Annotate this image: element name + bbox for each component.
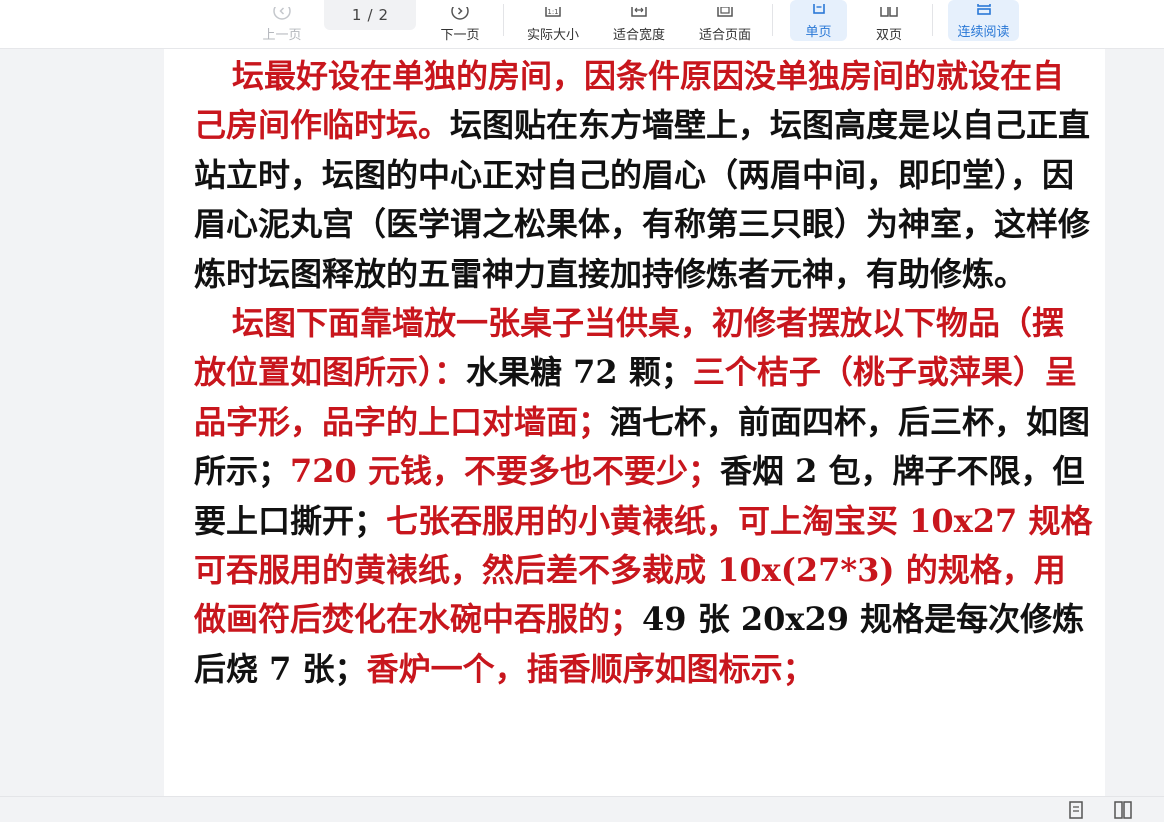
- chevron-right-icon: [451, 7, 469, 20]
- page-separator: /: [367, 6, 373, 24]
- text-run-red: 720 元钱，不要多也不要少；: [290, 452, 720, 491]
- fit-page-label: 适合页面: [698, 28, 751, 43]
- toolbar-divider: [772, 4, 773, 36]
- toolbar: 上一页 1 / 2 下一页 1:1 实际大小 适合宽度 适合页面 单页 双页 连…: [0, 0, 1164, 49]
- paragraph: 坛最好设在单独的房间，因条件原因没单独房间的就设在自己房间作临时坛。坛图贴在东方…: [194, 52, 1094, 299]
- single-page-button[interactable]: 单页: [790, 0, 847, 41]
- svg-text:1:1: 1:1: [547, 8, 558, 16]
- prev-page-label: 上一页: [262, 28, 302, 43]
- next-page-button[interactable]: 下一页: [434, 0, 486, 44]
- document-page: 坛最好设在单独的房间，因条件原因没单独房间的就设在自己房间作临时坛。坛图贴在东方…: [164, 49, 1105, 796]
- paragraph: 坛图下面靠墙放一张桌子当供桌，初修者摆放以下物品（摆放位置如图所示）：水果糖 7…: [194, 299, 1094, 694]
- double-page-view-icon[interactable]: [1114, 801, 1132, 819]
- continuous-read-label: 连续阅读: [957, 25, 1010, 40]
- single-page-icon: [812, 4, 825, 14]
- page-total: 2: [378, 6, 389, 24]
- prev-page-button[interactable]: 上一页: [256, 0, 308, 44]
- actual-size-icon: 1:1: [545, 7, 561, 17]
- page-indicator[interactable]: 1 / 2: [324, 0, 416, 30]
- document-text: 坛最好设在单独的房间，因条件原因没单独房间的就设在自己房间作临时坛。坛图贴在东方…: [194, 52, 1094, 694]
- fit-page-button[interactable]: 适合页面: [692, 0, 758, 44]
- continuous-read-button[interactable]: 连续阅读: [948, 0, 1019, 41]
- fit-width-label: 适合宽度: [612, 28, 665, 43]
- double-page-icon: [880, 7, 898, 17]
- status-bar: [0, 796, 1164, 822]
- single-page-label: 单页: [805, 25, 832, 40]
- toolbar-divider: [503, 4, 504, 36]
- text-run-black: 水果糖 72 颗；: [466, 353, 693, 392]
- fit-width-button[interactable]: 适合宽度: [606, 0, 672, 44]
- double-page-button[interactable]: 双页: [862, 0, 916, 44]
- fit-page-icon: [717, 7, 733, 17]
- fit-width-icon: [631, 7, 647, 17]
- chevron-left-icon: [273, 7, 291, 20]
- text-run-red: 香炉一个，插香顺序如图标示；: [366, 649, 815, 688]
- toolbar-divider: [932, 4, 933, 36]
- single-page-view-icon[interactable]: [1067, 801, 1085, 819]
- double-page-label: 双页: [875, 28, 902, 43]
- page-current[interactable]: 1: [352, 6, 362, 24]
- actual-size-button[interactable]: 1:1 实际大小: [520, 0, 586, 44]
- continuous-scroll-icon: [976, 4, 991, 15]
- actual-size-label: 实际大小: [526, 28, 579, 43]
- next-page-label: 下一页: [440, 28, 480, 43]
